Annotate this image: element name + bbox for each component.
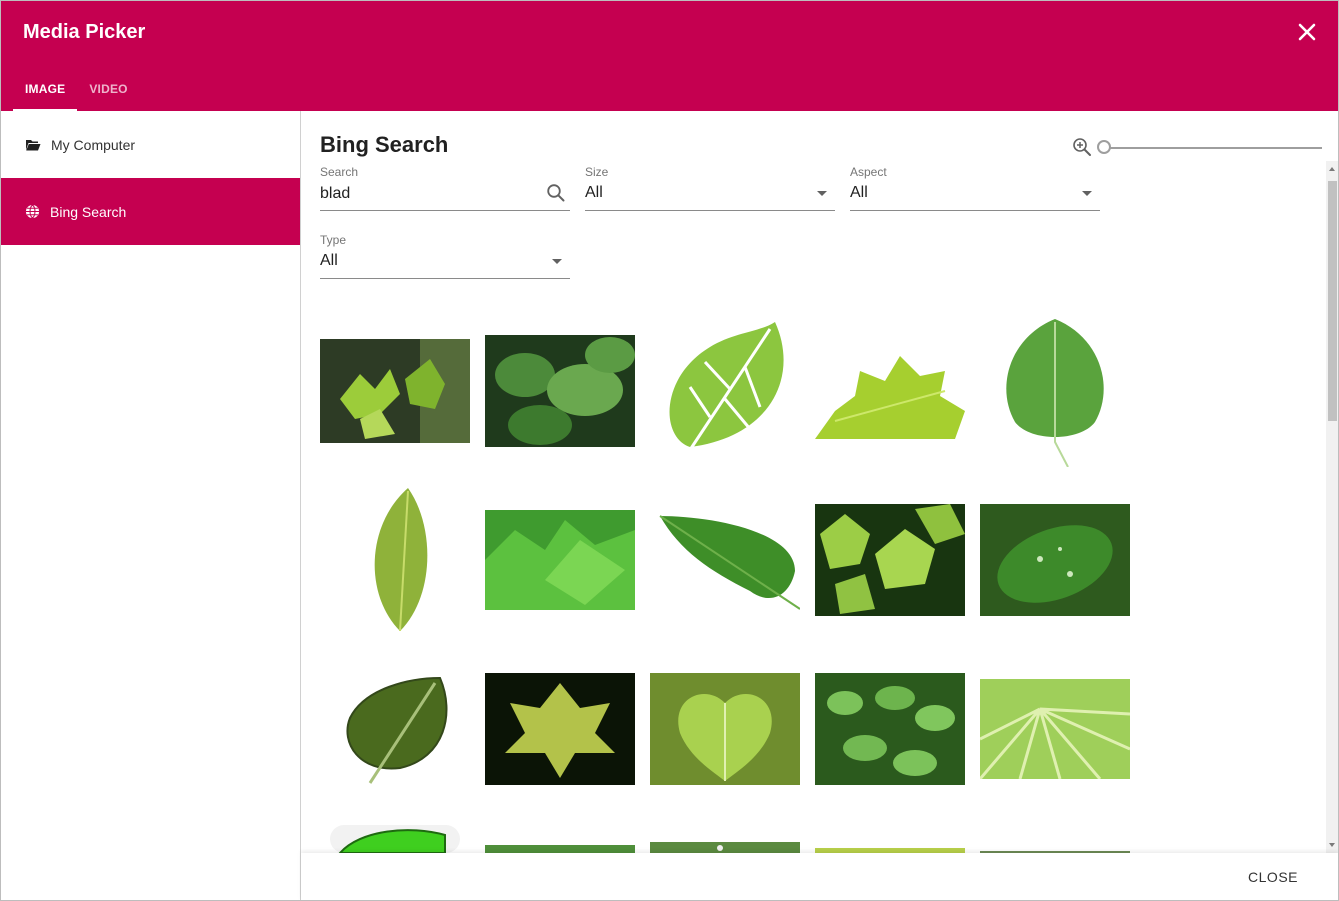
size-select[interactable]: Size All [585, 165, 835, 211]
zoom-slider[interactable] [1104, 147, 1322, 149]
image-result[interactable] [320, 339, 470, 443]
tab-image[interactable]: IMAGE [13, 71, 78, 111]
image-result[interactable] [980, 504, 1130, 616]
scroll-down-arrow-icon[interactable] [1329, 843, 1335, 847]
zoom-slider-thumb[interactable] [1097, 140, 1111, 154]
search-input[interactable] [320, 181, 540, 207]
search-field: Search [320, 165, 570, 211]
image-result[interactable] [485, 673, 635, 785]
dialog-title: Media Picker [23, 21, 146, 43]
dialog-footer: CLOSE [301, 853, 1338, 900]
image-result[interactable] [650, 842, 800, 853]
image-result[interactable] [330, 825, 460, 853]
close-button[interactable]: CLOSE [1248, 869, 1298, 885]
aspect-select[interactable]: Aspect All [850, 165, 1100, 211]
scrollbar-thumb[interactable] [1328, 181, 1337, 421]
image-result[interactable] [815, 351, 965, 441]
image-result[interactable] [485, 510, 635, 610]
close-icon[interactable] [1296, 21, 1318, 43]
aspect-value: All [850, 184, 868, 201]
image-result[interactable] [650, 673, 800, 785]
sidebar-item-label: My Computer [51, 136, 136, 153]
image-result[interactable] [815, 504, 965, 616]
image-result[interactable] [650, 317, 800, 467]
image-result[interactable] [650, 511, 800, 611]
media-tabs: IMAGE VIDEO [13, 71, 140, 111]
chevron-down-icon [817, 191, 827, 196]
size-value: All [585, 184, 603, 201]
globe-icon [25, 204, 40, 219]
search-label: Search [320, 165, 359, 179]
results-scrollbar[interactable] [1326, 161, 1338, 853]
chevron-down-icon [552, 259, 562, 264]
sidebar-item-label: Bing Search [50, 203, 127, 220]
media-picker-dialog: Media Picker IMAGE VIDEO My Computer Bin… [0, 0, 1339, 901]
sidebar-item-bing-search[interactable]: Bing Search [1, 178, 300, 245]
chevron-down-icon [1082, 191, 1092, 196]
type-select[interactable]: Type All [320, 233, 570, 279]
image-result[interactable] [485, 845, 635, 853]
search-icon[interactable] [546, 183, 566, 203]
image-result[interactable] [485, 335, 635, 447]
type-value: All [320, 252, 338, 269]
image-result[interactable] [980, 317, 1130, 467]
type-label: Type [320, 233, 347, 247]
tab-video[interactable]: VIDEO [77, 71, 139, 111]
page-title: Bing Search [320, 132, 449, 157]
main-panel: Bing Search Search Size All Aspect All [301, 111, 1338, 853]
image-result[interactable] [320, 486, 470, 636]
sidebar-item-my-computer[interactable]: My Computer [1, 111, 300, 178]
aspect-label: Aspect [850, 165, 887, 179]
size-label: Size [585, 165, 609, 179]
image-result[interactable] [320, 673, 470, 785]
image-result[interactable] [980, 679, 1130, 779]
dialog-header: Media Picker IMAGE VIDEO [1, 1, 1338, 111]
zoom-in-icon [1073, 138, 1091, 156]
image-result[interactable] [815, 673, 965, 785]
source-sidebar: My Computer Bing Search [1, 111, 301, 900]
folder-open-icon [26, 139, 41, 150]
scroll-up-arrow-icon[interactable] [1329, 167, 1335, 171]
